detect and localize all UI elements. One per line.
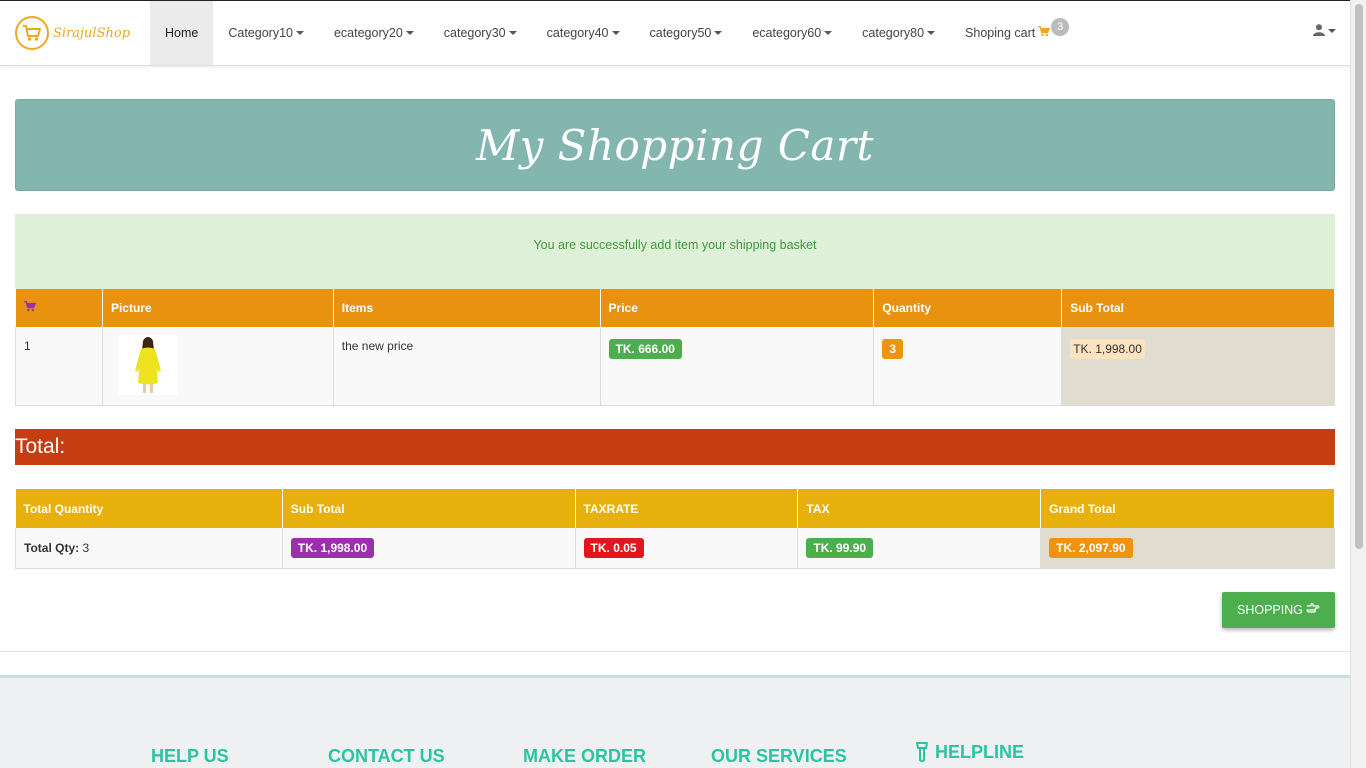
caret-down-icon <box>405 31 414 35</box>
nav-item-category10[interactable]: Category10 <box>213 1 319 65</box>
quantity-cell: 3 <box>873 327 1063 406</box>
product-image[interactable] <box>118 335 177 395</box>
total-qty-value: 3 <box>82 540 90 555</box>
top-navbar: SirajulShop Home Category10 ecategory20 … <box>0 0 1350 66</box>
shopping-button[interactable]: SHOPPING <box>1222 592 1335 628</box>
nav-item-label: Shoping cart <box>965 26 1036 40</box>
helpline-icon <box>914 742 930 767</box>
table-row: Total Qty: 3 TK. 1,998.00 TK. 0.05 TK. 9… <box>15 528 1335 569</box>
subtotal-badge: TK. 1,998.00 <box>1070 339 1145 359</box>
caret-down-icon <box>714 31 723 35</box>
footer-heading-helpline-label: HELPLINE <box>935 742 1025 762</box>
summary-table-header: Total Quantity Sub Total TAXRATE TAX Gra… <box>15 489 1335 528</box>
nav-item-label: category50 <box>649 26 712 40</box>
success-alert: You are successfully add item your shipp… <box>15 214 1335 289</box>
scrollbar-thumb[interactable] <box>1355 4 1363 549</box>
nav-item-label: category80 <box>862 26 925 40</box>
footer-heading-contact-us: CONTACT US <box>328 746 445 766</box>
item-name: the new price <box>332 327 601 406</box>
brand-name: SirajulShop <box>53 25 131 41</box>
footer-heading-make-order: MAKE ORDER <box>523 746 647 766</box>
caret-down-icon <box>508 31 517 35</box>
footer: HELP US CONTACT US MAKE ORDER OUR SERVIC… <box>0 675 1350 768</box>
nav-item-label: ecategory20 <box>333 26 403 40</box>
column-header-items: Items <box>333 289 601 327</box>
total-qty-label: Total Qty: <box>24 540 80 555</box>
price-badge: TK. 666.00 <box>608 339 682 359</box>
nav-item-label: Home <box>165 26 199 40</box>
header-cart-icon-cell <box>15 289 103 327</box>
total-quantity-cell: Total Qty: 3 <box>15 528 283 569</box>
price-cell: TK. 666.00 <box>599 327 875 406</box>
nav-item-label: category30 <box>443 26 506 40</box>
nav-item-home[interactable]: Home <box>150 1 214 65</box>
cart-icon <box>1038 26 1051 40</box>
nav-item-category40[interactable]: category40 <box>532 1 635 65</box>
brand[interactable]: SirajulShop <box>0 1 150 65</box>
column-header-tax: TAX <box>797 489 1042 528</box>
caret-down-icon <box>824 31 833 35</box>
grand-total-cell: TK. 2,097.90 <box>1040 528 1335 569</box>
table-row: 1 the new price TK. 666.00 3 TK. 1,998.0… <box>15 327 1335 406</box>
footer-heading-helpline: HELPLINE <box>914 742 1024 767</box>
shopping-button-label: SHOPPING <box>1237 603 1303 617</box>
column-header-grand-total: Grand Total <box>1040 489 1335 528</box>
nav-item-label: category40 <box>546 26 609 40</box>
nav-item-ecategory60[interactable]: ecategory60 <box>737 1 847 65</box>
page-banner: My Shopping Cart <box>15 99 1335 191</box>
user-icon <box>1313 23 1325 39</box>
nav-item-shopping-cart[interactable]: Shoping cart 3 <box>950 1 1084 65</box>
column-header-sub-total: Sub Total <box>282 489 576 528</box>
tax-cell: TK. 99.90 <box>797 528 1042 569</box>
caret-down-icon <box>611 31 620 35</box>
user-menu[interactable] <box>1313 23 1336 39</box>
nav-item-label: ecategory60 <box>752 26 822 40</box>
order-summary-table: Total Quantity Sub Total TAXRATE TAX Gra… <box>15 489 1335 569</box>
nav-item-category80[interactable]: category80 <box>847 1 950 65</box>
vertical-scrollbar[interactable] <box>1350 0 1366 768</box>
nav-item-category30[interactable]: category30 <box>429 1 532 65</box>
nav-item-label: Category10 <box>228 26 293 40</box>
hand-pointing-icon <box>1306 602 1320 617</box>
tax-badge: TK. 99.90 <box>806 537 874 558</box>
quantity-badge: 3 <box>882 339 904 359</box>
sub-total-badge: TK. 1,998.00 <box>290 537 375 558</box>
footer-heading-our-services: OUR SERVICES <box>711 746 847 766</box>
row-index: 1 <box>15 327 103 406</box>
cart-count-badge: 3 <box>1051 18 1070 36</box>
caret-down-icon <box>927 31 936 35</box>
column-header-price: Price <box>600 289 875 327</box>
column-header-subtotal: Sub Total <box>1061 289 1335 327</box>
column-header-taxrate: TAXRATE <box>575 489 799 528</box>
main-nav: Home Category10 ecategory20 category30 c… <box>150 1 1084 65</box>
caret-down-icon <box>295 31 304 35</box>
column-header-picture: Picture <box>102 289 334 327</box>
column-header-quantity: Quantity <box>873 289 1063 327</box>
total-heading-bar: Total: <box>15 429 1335 465</box>
grand-total-badge: TK. 2,097.90 <box>1049 537 1133 558</box>
taxrate-badge: TK. 0.05 <box>583 537 644 558</box>
column-header-total-quantity: Total Quantity <box>15 489 283 528</box>
cart-icon <box>23 301 36 315</box>
caret-down-icon <box>1328 29 1336 33</box>
footer-heading-help-us: HELP US <box>151 746 229 766</box>
cart-table: Picture Items Price Quantity Sub Total 1 <box>15 289 1335 406</box>
total-label: Total: <box>15 435 66 458</box>
alert-message: You are successfully add item your shipp… <box>533 238 817 252</box>
nav-item-category50[interactable]: category50 <box>635 1 738 65</box>
subtotal-cell: TK. 1,998.00 <box>1061 327 1335 406</box>
content-divider <box>0 651 1350 652</box>
sub-total-cell: TK. 1,998.00 <box>281 528 576 569</box>
nav-item-ecategory20[interactable]: ecategory20 <box>319 1 429 65</box>
taxrate-cell: TK. 0.05 <box>574 528 799 569</box>
picture-cell <box>101 327 334 406</box>
cart-logo-icon <box>15 16 49 50</box>
cart-table-header: Picture Items Price Quantity Sub Total <box>15 289 1335 327</box>
page-title: My Shopping Cart <box>476 120 874 170</box>
